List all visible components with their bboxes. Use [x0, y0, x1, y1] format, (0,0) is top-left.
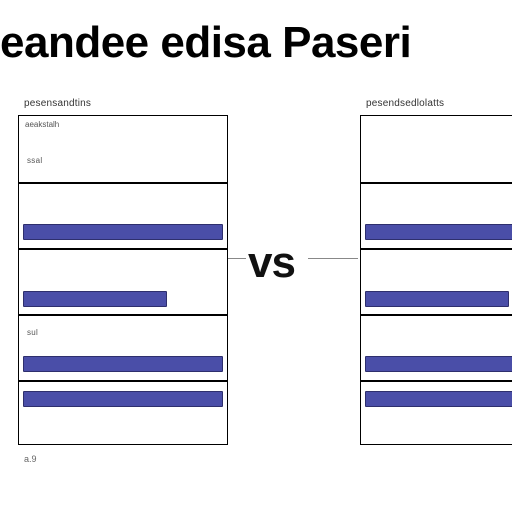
right-box: [360, 115, 512, 445]
highlight-bar: [365, 356, 512, 372]
connector-line: [228, 258, 246, 259]
left-panel-header: pesensandtins: [24, 98, 228, 109]
page-title: eandee edisa Paseri: [0, 0, 512, 98]
right-panel-header: pesendsedlolatts: [366, 98, 512, 109]
right-panel: pesendsedlolatts: [360, 98, 512, 445]
divider: [361, 182, 512, 184]
highlight-bar: [23, 291, 167, 307]
footnote: a.9: [24, 454, 37, 464]
left-row-label-3: sul: [27, 328, 38, 337]
divider: [361, 314, 512, 316]
highlight-bar: [23, 391, 223, 407]
left-row-label-1: ssal: [27, 156, 42, 165]
divider: [361, 248, 512, 250]
connector-line: [308, 258, 358, 259]
divider: [19, 182, 227, 184]
highlight-bar: [23, 356, 223, 372]
divider: [19, 314, 227, 316]
highlight-bar: [365, 291, 509, 307]
divider: [361, 380, 512, 382]
highlight-bar: [23, 224, 223, 240]
divider: [19, 248, 227, 250]
left-box: aeakstalh ssal sul: [18, 115, 228, 445]
comparison-stage: pesensandtins aeakstalh ssal sul vs pese…: [0, 98, 512, 498]
left-panel: pesensandtins aeakstalh ssal sul: [18, 98, 228, 445]
highlight-bar: [365, 224, 512, 240]
divider: [19, 380, 227, 382]
left-tiny-label: aeakstalh: [25, 120, 59, 129]
vs-label: vs: [248, 238, 295, 288]
highlight-bar: [365, 391, 512, 407]
